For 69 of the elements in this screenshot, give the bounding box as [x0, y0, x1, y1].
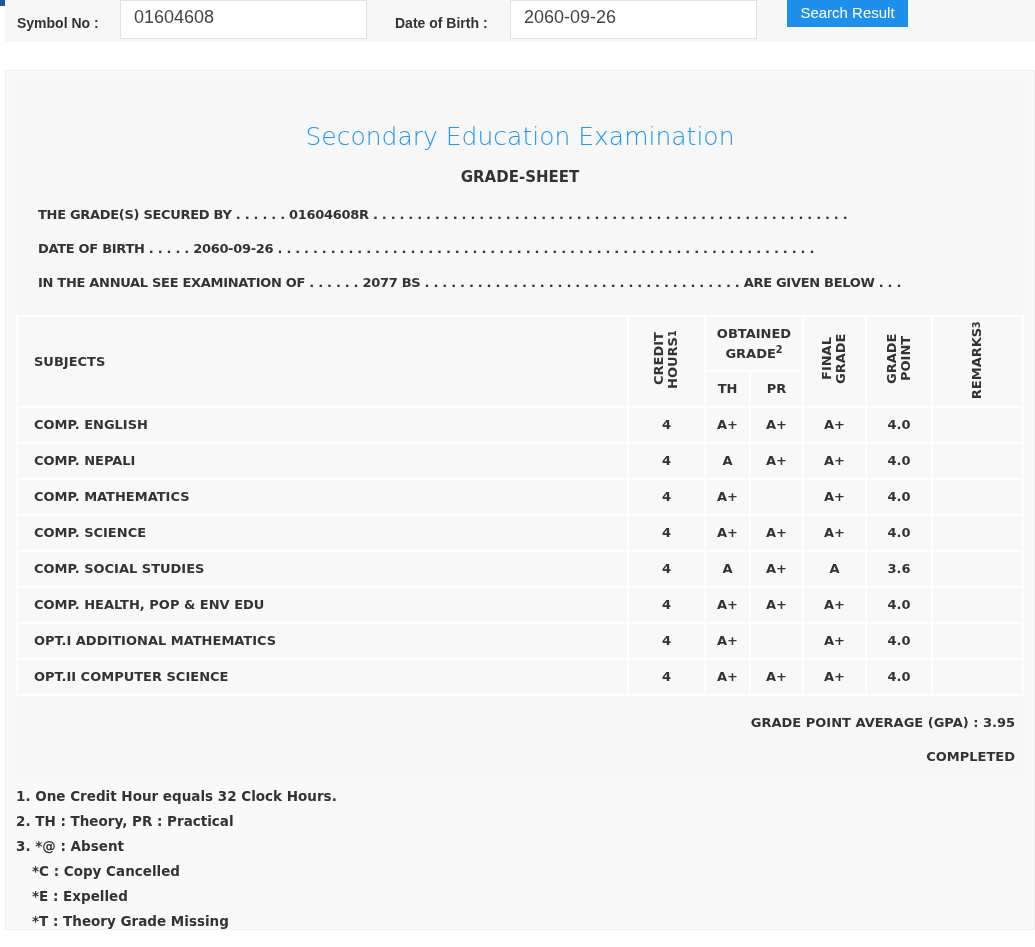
statement-text: THE GRADE(S) SECURED BY . . . . . . 01604608R . . . . . . . . . . . . . . . . . . . . . . . . . . . . . . . . . . . . . . . . . . . . . . . . . . . . . . [38, 207, 848, 222]
footnote-text: *C : Copy Cancelled [32, 863, 180, 879]
table-cell: 4 [661, 525, 671, 541]
table-cell: A+ [766, 453, 787, 469]
table-cell: A+ [766, 525, 787, 541]
table-cell: A [722, 561, 733, 577]
subject-name: COMP. ENGLISH [34, 417, 148, 433]
table-cell: A+ [717, 597, 738, 613]
table-cell: 4.0 [887, 525, 911, 541]
subject-name: COMP. SOCIAL STUDIES [34, 561, 205, 577]
subject-name: OPT.II COMPUTER SCIENCE [34, 669, 229, 685]
result-status: COMPLETED [926, 749, 1015, 764]
table-cell: A+ [766, 561, 787, 577]
table-cell: A [829, 561, 840, 577]
column-header: PR [766, 381, 787, 397]
column-header: OBTAINED GRADE$^{2}$ [715, 325, 793, 363]
table-cell: A+ [766, 417, 787, 433]
footnote-text: 2. TH : Theory, PR : Practical [16, 813, 234, 829]
table-cell: A+ [717, 669, 738, 685]
exam-title: Secondary Education Examination [304, 121, 736, 153]
table-cell: 3.6 [887, 561, 911, 577]
table-cell: A+ [824, 453, 845, 469]
table-cell: A+ [766, 669, 787, 685]
table-cell: A+ [717, 633, 738, 649]
column-header: GRADE POINT [884, 332, 914, 386]
table-cell: 4 [661, 633, 671, 649]
table-cell: A+ [824, 597, 845, 613]
table-cell: A+ [824, 669, 845, 685]
table-cell: 4.0 [887, 453, 911, 469]
date-of-birth-label: Date of Birth : [395, 14, 489, 33]
subject-name: OPT.I ADDITIONAL MATHEMATICS [34, 633, 277, 649]
table-cell: A+ [717, 525, 738, 541]
date-of-birth-field[interactable]: 2060-09-26 [510, 0, 757, 39]
subject-name: COMP. NEPALI [34, 453, 136, 469]
table-cell: 4 [661, 669, 671, 685]
symbol-number-label: Symbol No : [17, 14, 100, 33]
table-cell: 4 [661, 489, 671, 505]
subject-name: COMP. MATHEMATICS [34, 489, 190, 505]
footnote-text: *E : Expelled [32, 888, 128, 904]
table-cell: A+ [824, 417, 845, 433]
column-header: TH [717, 381, 738, 397]
table-cell: 4 [661, 597, 671, 613]
table-cell: A+ [824, 525, 845, 541]
table-cell: 4.0 [887, 417, 911, 433]
table-cell: A+ [766, 597, 787, 613]
table-cell: A+ [717, 489, 738, 505]
footnote-text: 1. One Credit Hour equals 32 Clock Hours. [16, 788, 337, 804]
gpa-text: GRADE POINT AVERAGE (GPA) : 3.95 [750, 715, 1015, 730]
grade-sheet-heading: GRADE-SHEET [459, 166, 581, 188]
column-header: FINAL GRADE [820, 332, 849, 386]
footnote-text: *T : Theory Grade Missing [32, 913, 229, 929]
footnote-text: 3. *@ : Absent [16, 838, 124, 854]
column-header: SUBJECTS [34, 353, 106, 369]
subject-name: COMP. SCIENCE [34, 525, 147, 541]
statement-text: IN THE ANNUAL SEE EXAMINATION OF . . . . . . 2077 BS . . . . . . . . . . . . . . . . . . . . . . . . . . . . . . . . . . . . ARE GIVEN BELOW . . . [38, 275, 902, 290]
table-cell: A+ [824, 489, 845, 505]
table-cell: A+ [717, 417, 738, 433]
table-cell: A [722, 453, 733, 469]
table-cell: 4 [661, 453, 671, 469]
table-cell: 4.0 [887, 597, 911, 613]
table-cell: 4 [661, 561, 671, 577]
statement-text: DATE OF BIRTH . . . . . 2060-09-26 . . . . . . . . . . . . . . . . . . . . . . . . . . . . . . . . . . . . . . . . . . . . . . . . . . . . . . . . . . . . . [38, 241, 815, 256]
table-cell: 4.0 [887, 489, 911, 505]
symbol-number-field[interactable]: 01604608 [120, 0, 367, 39]
table-cell: A+ [824, 633, 845, 649]
subject-name: COMP. HEALTH, POP & ENV EDU [34, 597, 265, 613]
table-cell: 4.0 [887, 633, 911, 649]
table-cell: 4.0 [887, 669, 911, 685]
table-cell: 4 [661, 417, 671, 433]
